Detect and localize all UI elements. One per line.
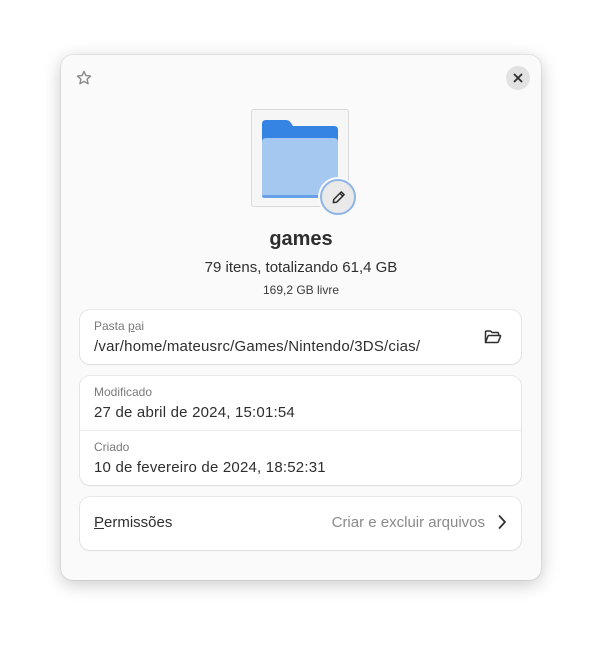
chevron-right-icon xyxy=(498,515,506,529)
parent-folder-card: Pasta pai /var/home/mateusrc/Games/Ninte… xyxy=(80,310,521,364)
free-space: 169,2 GB livre xyxy=(262,283,340,297)
dates-card: Modificado 27 de abril de 2024, 15:01:54… xyxy=(80,376,521,485)
modified-value: 27 de abril de 2024, 15:01:54 xyxy=(94,404,295,421)
change-icon-button[interactable] xyxy=(320,179,356,215)
permissions-label-rest: ermissões xyxy=(104,514,173,531)
permissions-label-mnemonic: P xyxy=(94,514,105,531)
close-button[interactable] xyxy=(506,66,530,90)
permissions-value: Criar e excluir arquivos xyxy=(331,514,485,531)
modified-label: Modificado xyxy=(94,385,153,399)
parent-folder-label-suffix: ai xyxy=(134,319,145,333)
star-button[interactable] xyxy=(73,67,95,89)
parent-folder-label: Pasta pai xyxy=(94,319,144,333)
folder-open-icon xyxy=(484,330,502,344)
permissions-row[interactable]: Permissões Criar e excluir arquivos xyxy=(80,497,521,550)
open-parent-folder-button[interactable] xyxy=(479,323,507,351)
parent-folder-label-prefix: Pasta xyxy=(94,319,129,333)
close-icon xyxy=(513,73,523,83)
dates-divider xyxy=(80,430,521,431)
parent-folder-path: /var/home/mateusrc/Games/Nintendo/3DS/ci… xyxy=(94,338,421,355)
properties-window: games 79 itens, totalizando 61,4 GB 169,… xyxy=(61,55,541,580)
folder-name: games xyxy=(269,228,333,250)
created-label: Criado xyxy=(94,440,130,454)
permissions-label: Permissões xyxy=(94,514,172,531)
pencil-icon xyxy=(332,190,345,203)
created-value: 10 de fevereiro de 2024, 18:52:31 xyxy=(94,459,326,476)
star-outline-icon xyxy=(76,70,92,85)
folder-summary: 79 itens, totalizando 61,4 GB xyxy=(204,259,398,276)
parent-folder-label-mnemonic: p xyxy=(128,319,135,333)
